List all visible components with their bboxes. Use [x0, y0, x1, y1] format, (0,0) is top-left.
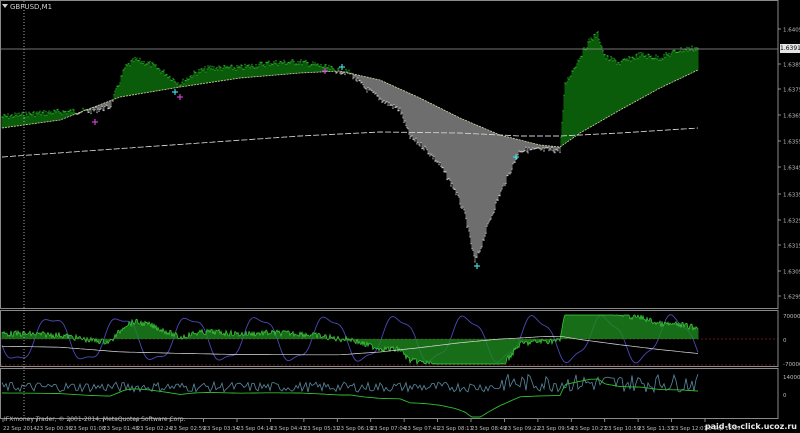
time-label: 23 Sep 03:34 [204, 426, 240, 432]
price-label: 1.6315 [783, 244, 800, 250]
indicator-pane-2[interactable] [1, 373, 699, 418]
time-label: 23 Sep 10:59 [605, 426, 640, 432]
time-label: 23 Sep 05:31 [304, 426, 339, 432]
price-pane-frame [0, 0, 779, 309]
time-label: 23 Sep 02:24 [137, 426, 173, 432]
time-label: 23 Sep 07:41 [404, 426, 439, 432]
time-label: 23 Sep 00:36 [36, 426, 72, 432]
copyright-text: IFXmoney Trader, © 2001-2014, MetaQuotes… [4, 416, 186, 423]
time-label: 22 Sep 2014 [3, 426, 37, 432]
time-label: 23 Sep 07:04 [371, 426, 407, 432]
indicator-2-spikes [1, 373, 699, 394]
chart-canvas[interactable]: 1.6405 1.6385 1.6375 1.6365 1.6355 1.6345 1.63… [0, 0, 800, 433]
time-label: 23 Sep 06:19 [337, 426, 372, 432]
time-label: 23 Sep 08:17 [438, 426, 473, 432]
indicator-pane-1[interactable] [1, 314, 778, 366]
price-label: 1.6295 [783, 295, 800, 301]
time-label: 23 Sep 09:22 [504, 426, 539, 432]
indicator-1-label: -7000000 [783, 362, 800, 368]
current-price-tag: 1.6391 [780, 44, 800, 53]
price-pane[interactable] [1, 31, 699, 269]
time-label: 23 Sep 11:33 [638, 426, 673, 432]
time-label: 23 Sep 01:08 [70, 426, 106, 432]
indicator-1-label: 0 [783, 338, 787, 344]
chart-title: GBPUSD,M1 [10, 3, 53, 11]
indicator-2-label: 14000000 [783, 375, 800, 381]
price-label: 1.6305 [783, 270, 800, 276]
time-label: 23 Sep 08:49 [471, 426, 506, 432]
price-label: 1.6335 [783, 193, 800, 199]
price-label: 1.6365 [783, 114, 800, 120]
time-label: 23 Sep 12:07 [672, 426, 707, 432]
time-label: 23 Sep 09:54 [538, 426, 574, 432]
time-label: 23 Sep 01:48 [103, 426, 139, 432]
price-label: 1.6375 [783, 88, 800, 94]
price-label: 1.6325 [783, 219, 800, 225]
indicator-2-label: 0 [783, 393, 787, 399]
watermark: paid-to-click.ucoz.ru [704, 422, 797, 431]
moving-average-slow [1, 127, 699, 158]
chart-menu-icon[interactable] [2, 4, 8, 8]
price-label: 1.6355 [783, 140, 800, 146]
price-label: 1.6345 [783, 166, 800, 172]
indicator-2-line [2, 378, 699, 418]
time-label: 23 Sep 02:59 [170, 426, 205, 432]
time-label: 23 Sep 04:47 [270, 426, 305, 432]
time-label: 23 Sep 10:27 [571, 426, 606, 432]
price-label: 1.6385 [783, 63, 800, 69]
indicator-1-label: 7000000 [783, 314, 800, 320]
time-label: 23 Sep 04:14 [237, 426, 273, 432]
price-label: 1.6405 [783, 28, 800, 34]
